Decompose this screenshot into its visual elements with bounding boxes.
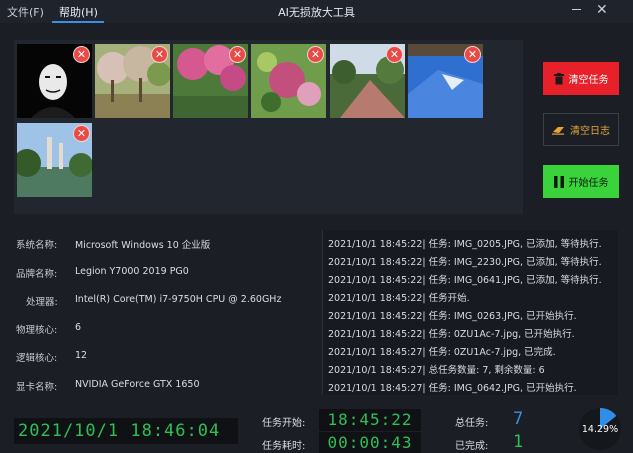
clear-log-button[interactable]: 清空日志: [543, 113, 619, 146]
clear-tasks-button[interactable]: 清空任务: [543, 62, 619, 95]
log-line: 2021/10/1 18:45:22| 任务: IMG_2230.JPG, 已添…: [328, 257, 602, 268]
pause-icon: [553, 175, 564, 188]
log-line: 2021/10/1 18:45:22| 任务: IMG_0205.JPG, 已添…: [328, 239, 602, 250]
log-line: 2021/10/1 18:45:27| 总任务数量: 7, 剩余数量: 6: [328, 365, 545, 376]
log-line: 2021/10/1 18:45:22| 任务: IMG_0641.JPG, 已添…: [328, 275, 602, 286]
log-panel[interactable]: 2021/10/1 18:45:22| 任务: IMG_0205.JPG, 已添…: [322, 230, 618, 395]
image-thumbnail[interactable]: ✕: [251, 44, 326, 118]
current-time-display: 2021/10/1 18:46:04: [14, 418, 238, 444]
task-start-display: 18:45:22: [319, 409, 421, 431]
close-icon[interactable]: ✕: [596, 2, 608, 18]
minimize-icon[interactable]: [572, 9, 581, 10]
start-tasks-button[interactable]: 开始任务: [543, 165, 619, 198]
trash-icon: [553, 72, 564, 84]
task-total-label: 总任务:: [455, 418, 489, 429]
clear-tasks-label: 清空任务: [568, 75, 609, 86]
info-value: 12: [75, 350, 88, 361]
info-value: 6: [75, 322, 82, 333]
app-title: AI无损放大工具: [278, 6, 355, 19]
info-label: 品牌名称:: [16, 269, 58, 280]
remove-icon[interactable]: ✕: [464, 46, 481, 63]
info-value: Microsoft Windows 10 企业版: [75, 240, 211, 251]
title-bar: 文件(F) 帮助(H) AI无损放大工具 ✕: [0, 0, 633, 23]
task-done-value: 1: [513, 432, 524, 452]
info-label: 系统名称:: [16, 240, 58, 251]
remove-icon[interactable]: ✕: [151, 46, 168, 63]
task-elapsed-label: 任务耗时:: [262, 441, 306, 452]
image-thumbnail[interactable]: ✕: [95, 44, 170, 118]
image-thumbnail[interactable]: ✕: [17, 123, 92, 197]
log-line: 2021/10/1 18:45:22| 任务: 0ZU1Ac-7.jpg, 已开…: [328, 329, 575, 340]
info-label: 显卡名称:: [16, 382, 58, 393]
eraser-icon: [552, 126, 564, 135]
info-label: 处理器:: [26, 297, 58, 308]
log-line: 2021/10/1 18:45:27| 任务: IMG_0642.JPG, 已开…: [328, 383, 577, 394]
image-thumbnail[interactable]: ✕: [330, 44, 405, 118]
info-value: Intel(R) Core(TM) i7-9750H CPU @ 2.60GHz: [75, 294, 282, 305]
info-label: 物理核心:: [16, 325, 58, 336]
log-line: 2021/10/1 18:45:22| 任务: IMG_0263.JPG, 已开…: [328, 311, 577, 322]
remove-icon[interactable]: ✕: [73, 46, 90, 63]
clear-log-label: 清空日志: [570, 126, 610, 137]
remove-icon[interactable]: ✕: [307, 46, 324, 63]
image-thumbnail[interactable]: ✕: [173, 44, 248, 118]
log-line: 2021/10/1 18:45:22| 任务开始.: [328, 293, 470, 304]
start-tasks-label: 开始任务: [568, 178, 609, 189]
task-start-label: 任务开始:: [262, 418, 306, 429]
task-elapsed-display: 00:00:43: [319, 432, 421, 453]
remove-icon[interactable]: ✕: [386, 46, 403, 63]
info-label: 逻辑核心:: [16, 353, 58, 364]
progress-percent: 14.29%: [581, 424, 619, 435]
info-value: NVIDIA GeForce GTX 1650: [75, 379, 200, 390]
remove-icon[interactable]: ✕: [73, 125, 90, 142]
log-line: 2021/10/1 18:45:27| 任务: 0ZU1Ac-7.jpg, 已完…: [328, 347, 556, 358]
image-thumbnail[interactable]: ✕: [17, 44, 92, 118]
task-total-value: 7: [513, 409, 524, 429]
task-done-label: 已完成:: [455, 441, 489, 452]
image-list-panel: ✕ ✕ ✕ ✕ ✕ ✕ ✕: [14, 40, 523, 214]
image-thumbnail[interactable]: ✕: [408, 44, 483, 118]
info-value: Legion Y7000 2019 PG0: [75, 266, 189, 277]
menu-active-indicator: [52, 21, 104, 23]
remove-icon[interactable]: ✕: [229, 46, 246, 63]
